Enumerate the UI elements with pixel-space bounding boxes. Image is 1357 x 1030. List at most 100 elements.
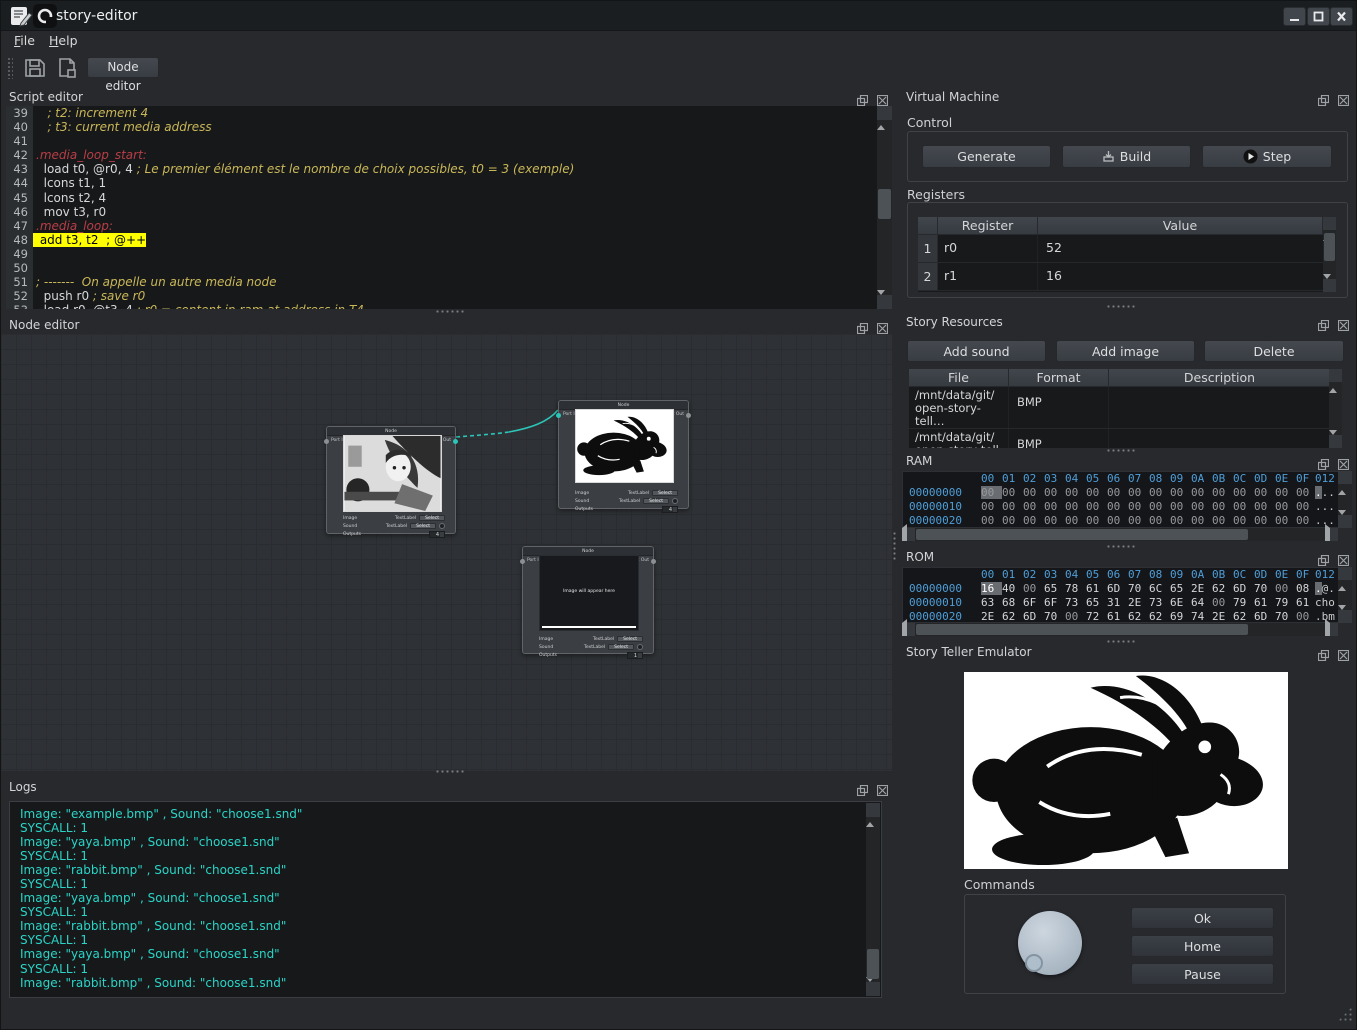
hex-byte[interactable]: 73 (1149, 596, 1170, 609)
hex-byte[interactable]: 00 (1086, 486, 1107, 499)
hex-byte[interactable]: 00 (1065, 514, 1086, 527)
float-panel-icon[interactable] (857, 91, 868, 102)
hex-byte[interactable]: 00 (1191, 500, 1212, 513)
logs-scrollbar[interactable] (866, 803, 880, 996)
rom-hscrollbar[interactable] (902, 623, 1338, 636)
play-sound-icon[interactable] (439, 523, 445, 529)
close-panel-icon[interactable] (877, 91, 888, 102)
close-button[interactable] (1330, 7, 1353, 26)
select-sound-button[interactable]: Select (608, 644, 634, 650)
close-panel-icon[interactable] (1338, 646, 1349, 657)
hex-byte[interactable]: 79 (1233, 596, 1254, 609)
register-row[interactable]: 1r052 (918, 235, 1323, 263)
hex-byte[interactable]: 00 (1086, 500, 1107, 513)
hex-byte[interactable]: 62 (1002, 610, 1023, 623)
hex-byte[interactable]: 6D (1233, 582, 1254, 595)
rom-vscrollbar[interactable] (1338, 567, 1352, 623)
maximize-button[interactable] (1307, 7, 1330, 26)
splitter-handle[interactable] (1106, 304, 1136, 309)
hex-byte[interactable]: 62 (1212, 582, 1233, 595)
ok-button[interactable]: Ok (1131, 907, 1274, 929)
float-panel-icon[interactable] (1318, 91, 1329, 102)
port-in[interactable] (520, 559, 525, 564)
resource-row[interactable]: /mnt/data/git/open-story-tellBMP (909, 429, 1331, 448)
hex-byte[interactable]: 72 (1086, 610, 1107, 623)
select-image-button[interactable]: Select (617, 636, 643, 642)
hex-byte[interactable]: 00 (981, 514, 1002, 527)
outputs-spinbox[interactable]: 4 (662, 506, 678, 513)
hex-byte[interactable]: 6D (1254, 610, 1275, 623)
hex-byte[interactable]: 00 (1044, 486, 1065, 499)
hex-byte[interactable]: 00 (1233, 500, 1254, 513)
hex-byte[interactable]: 6D (1107, 582, 1128, 595)
hex-byte[interactable]: 61 (1296, 596, 1317, 609)
hex-byte[interactable]: 00 (1149, 500, 1170, 513)
hex-byte[interactable]: 70 (1254, 582, 1275, 595)
hex-byte[interactable]: 00 (1023, 582, 1044, 595)
hex-byte[interactable]: 62 (1233, 610, 1254, 623)
hex-byte[interactable]: 70 (1044, 610, 1065, 623)
select-sound-button[interactable]: Select (643, 498, 669, 504)
scroll-thumb[interactable] (867, 949, 879, 979)
ram-vscrollbar[interactable] (1338, 471, 1352, 528)
float-panel-icon[interactable] (1318, 316, 1329, 327)
outputs-spinbox[interactable]: 4 (429, 531, 445, 538)
hex-byte[interactable]: 73 (1065, 596, 1086, 609)
resource-row[interactable]: /mnt/data/git/open-story-tell…BMP (909, 387, 1331, 429)
hex-byte[interactable]: 00 (1254, 500, 1275, 513)
menu-file[interactable]: File (14, 33, 35, 48)
minimize-button[interactable] (1283, 7, 1306, 26)
ram-hscrollbar[interactable] (902, 528, 1338, 541)
hex-byte[interactable]: 6F (1044, 596, 1065, 609)
hex-byte[interactable]: 70 (1275, 610, 1296, 623)
port-in[interactable] (556, 413, 561, 418)
code-editor[interactable]: 39 ; t2: increment 440 ; t3: current med… (6, 106, 877, 309)
scroll-down-icon[interactable] (866, 982, 880, 996)
hex-byte[interactable]: 65 (1086, 596, 1107, 609)
vertical-splitter-handle[interactable] (892, 531, 897, 561)
hex-byte[interactable]: 00 (1023, 500, 1044, 513)
hex-byte[interactable]: 16 (981, 582, 1002, 595)
port-out[interactable] (686, 413, 691, 418)
hex-byte[interactable]: 00 (1275, 514, 1296, 527)
hex-byte[interactable]: 00 (1275, 582, 1296, 595)
hex-byte[interactable]: 00 (1254, 486, 1275, 499)
registers-scrollbar[interactable] (1323, 217, 1336, 292)
hex-byte[interactable]: 69 (1170, 610, 1191, 623)
hex-byte[interactable]: 00 (1170, 514, 1191, 527)
close-panel-icon[interactable] (1338, 91, 1349, 102)
hex-byte[interactable]: 2E (1212, 610, 1233, 623)
hex-byte[interactable]: 00 (1254, 514, 1275, 527)
splitter-handle[interactable] (435, 309, 465, 314)
hex-byte[interactable]: 00 (1128, 486, 1149, 499)
select-image-button[interactable]: Select (419, 515, 445, 521)
resources-table[interactable]: File Format Description /mnt/data/git/op… (909, 369, 1331, 448)
media-node-1[interactable]: Node Port In Port Out (326, 426, 456, 534)
window-resize-grip[interactable] (1338, 1007, 1352, 1021)
hex-byte[interactable]: 78 (1065, 582, 1086, 595)
save-icon[interactable] (23, 56, 47, 80)
hex-byte[interactable]: 2E (981, 610, 1002, 623)
hex-byte[interactable]: 00 (1002, 514, 1023, 527)
hex-byte[interactable]: 62 (1128, 610, 1149, 623)
add-image-button[interactable]: Add image (1056, 340, 1195, 362)
title-bar[interactable]: story-editor (1, 1, 1356, 31)
node-canvas[interactable]: Node Port In Port Out (1, 334, 892, 771)
hex-byte[interactable]: 00 (1212, 500, 1233, 513)
hex-byte[interactable]: 00 (1002, 500, 1023, 513)
menu-help[interactable]: Help (49, 33, 78, 48)
close-panel-icon[interactable] (877, 781, 888, 792)
media-node-2[interactable]: Node Port In Port Out (558, 400, 689, 509)
float-panel-icon[interactable] (857, 781, 868, 792)
hex-byte[interactable]: 00 (1023, 486, 1044, 499)
port-out[interactable] (453, 439, 458, 444)
hex-byte[interactable]: 31 (1107, 596, 1128, 609)
hex-byte[interactable]: 00 (1191, 514, 1212, 527)
hex-byte[interactable]: 00 (1275, 500, 1296, 513)
hex-byte[interactable]: 00 (1086, 514, 1107, 527)
hex-byte[interactable]: 00 (1149, 514, 1170, 527)
hex-byte[interactable]: 00 (1065, 500, 1086, 513)
build-button[interactable]: Build (1062, 145, 1191, 168)
port-out[interactable] (651, 559, 656, 564)
hex-byte[interactable]: 00 (1212, 486, 1233, 499)
